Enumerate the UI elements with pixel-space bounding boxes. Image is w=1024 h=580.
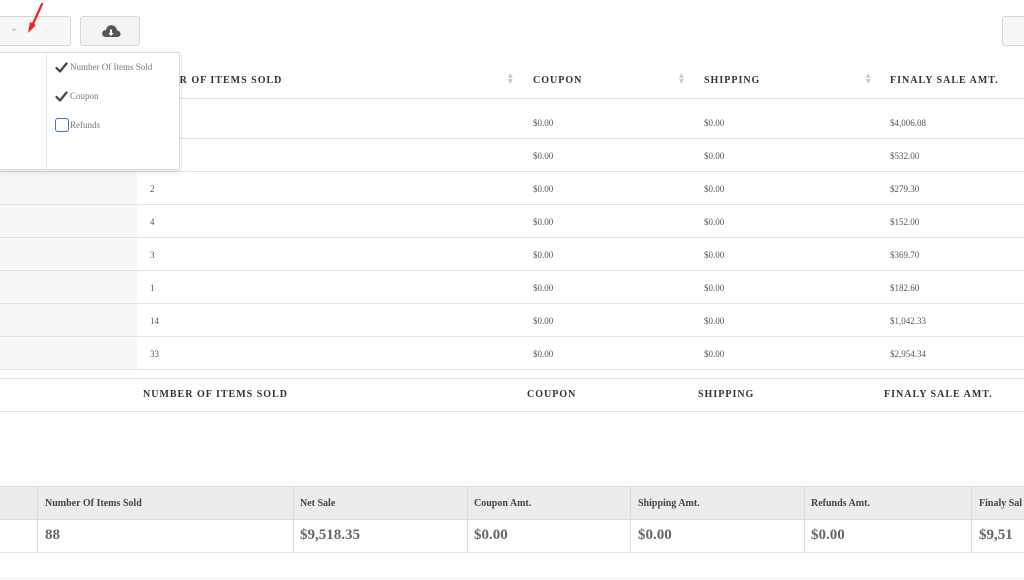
table-row: 4 $0.00 $0.00 $152.00 [0, 205, 1024, 238]
cell-items-sold: 14 [150, 316, 159, 326]
row-left-cell [0, 304, 137, 336]
summary-value-items-sold: 88 [45, 527, 60, 543]
footer-items-sold: NUMBER OF ITEMS SOLD [143, 389, 288, 400]
summary-value-net-sale: $9,518.35 [300, 527, 360, 543]
cell-coupon: $0.00 [533, 151, 554, 161]
menu-item-items-sold[interactable]: Number Of Items Sold [55, 60, 179, 76]
row-left-cell [0, 238, 137, 270]
menu-item-label: Refunds [70, 120, 100, 130]
sort-icon[interactable]: ▲ ▼ [866, 73, 873, 85]
menu-item-coupon[interactable]: Coupon [55, 89, 179, 105]
column-separator [293, 520, 294, 552]
column-separator [971, 520, 972, 552]
download-button[interactable] [80, 16, 140, 46]
table-row: 3 $0.00 $0.00 $369.70 [0, 238, 1024, 271]
cell-shipping: $0.00 [704, 316, 725, 326]
table-row: 14 $0.00 $0.00 $1,042.33 [0, 304, 1024, 337]
cell-final-sale: $152.00 [890, 217, 920, 227]
row-left-cell [0, 172, 137, 204]
header-shipping[interactable]: SHIPPING [704, 75, 760, 86]
cell-final-sale: $369.70 [890, 250, 920, 260]
table-row: 2 $0.00 $0.00 $279.30 [0, 172, 1024, 205]
menu-item-refunds[interactable]: Refunds [55, 118, 179, 134]
cell-items-sold: 33 [150, 349, 159, 359]
cell-items-sold: 2 [150, 184, 155, 194]
cell-shipping: $0.00 [704, 151, 725, 161]
column-separator [630, 487, 631, 519]
checkbox-unchecked[interactable] [55, 118, 69, 132]
cell-final-sale: $2,954.34 [890, 349, 926, 359]
checkmark-icon[interactable] [55, 61, 68, 74]
cell-final-sale: $4,006.08 [890, 118, 926, 128]
summary-header-shipping: Shipping Amt. [638, 498, 700, 509]
column-separator [293, 487, 294, 519]
summary-value-coupon: $0.00 [474, 527, 508, 543]
header-items-sold[interactable]: ER OF ITEMS SOLD [172, 75, 282, 86]
cell-coupon: $0.00 [533, 349, 554, 359]
column-separator [37, 520, 38, 552]
header-final-sale[interactable]: FINALY SALE AMT. [890, 75, 999, 86]
bottom-divider [0, 578, 1024, 579]
header-coupon[interactable]: COUPON [533, 75, 582, 86]
summary-header: Number Of Items Sold Net Sale Coupon Amt… [0, 486, 1024, 520]
cell-coupon: $0.00 [533, 184, 554, 194]
cell-final-sale: $182.60 [890, 283, 920, 293]
cell-items-sold: 1 [150, 283, 155, 293]
summary-header-final-sale: Finaly Sal [979, 498, 1023, 509]
cell-final-sale: $1,042.33 [890, 316, 926, 326]
summary-values: 88 $9,518.35 $0.00 $0.00 $0.00 $9,51 [0, 520, 1024, 553]
cell-coupon: $0.00 [533, 217, 554, 227]
cell-shipping: $0.00 [704, 184, 725, 194]
footer-shipping: SHIPPING [698, 389, 755, 400]
table-row: 33 $0.00 $0.00 $2,954.34 [0, 337, 1024, 370]
cell-items-sold: 3 [150, 250, 155, 260]
column-separator [467, 487, 468, 519]
column-separator [467, 520, 468, 552]
cell-items-sold: 4 [150, 217, 155, 227]
cell-shipping: $0.00 [704, 250, 725, 260]
cell-final-sale: $532.00 [890, 151, 920, 161]
footer-coupon: COUPON [527, 389, 577, 400]
cell-final-sale: $279.30 [890, 184, 920, 194]
sort-icon[interactable]: ▲ ▼ [679, 73, 686, 85]
chevron-down-icon: ⌄ [10, 23, 19, 34]
footer-final-sale: FINALY SALE AMT. [884, 389, 993, 400]
cell-shipping: $0.00 [704, 217, 725, 227]
summary-header-coupon: Coupon Amt. [474, 498, 532, 509]
column-separator [37, 487, 38, 519]
cell-shipping: $0.00 [704, 118, 725, 128]
checkmark-icon[interactable] [55, 90, 68, 103]
column-separator [971, 487, 972, 519]
column-separator [804, 487, 805, 519]
summary-header-net-sale: Net Sale [300, 498, 336, 509]
cell-shipping: $0.00 [704, 283, 725, 293]
menu-item-label: Coupon [70, 91, 99, 101]
menu-divider [46, 53, 47, 169]
annotation-arrow-icon [28, 2, 44, 33]
column-separator [630, 520, 631, 552]
summary-header-items-sold: Number Of Items Sold [45, 498, 142, 509]
sort-icon[interactable]: ▲ ▼ [508, 73, 515, 85]
menu-item-label: Number Of Items Sold [70, 62, 153, 72]
row-left-cell [0, 337, 137, 369]
summary-value-shipping: $0.00 [638, 527, 672, 543]
summary-header-refunds: Refunds Amt. [811, 498, 870, 509]
row-left-cell [0, 271, 137, 303]
summary-value-refunds: $0.00 [811, 527, 845, 543]
cell-shipping: $0.00 [704, 349, 725, 359]
cell-coupon: $0.00 [533, 250, 554, 260]
table-footer: NUMBER OF ITEMS SOLD COUPON SHIPPING FIN… [0, 378, 1024, 412]
cell-coupon: $0.00 [533, 316, 554, 326]
row-left-cell [0, 205, 137, 237]
table-row: 1 $0.00 $0.00 $182.60 [0, 271, 1024, 304]
cloud-download-icon [102, 25, 121, 37]
column-visibility-menu: . Number Of Items Sold Coupon Refunds [0, 52, 180, 170]
summary-value-final-sale: $9,51 [979, 527, 1013, 543]
cell-coupon: $0.00 [533, 283, 554, 293]
toolbar-right-button[interactable] [1002, 16, 1024, 46]
column-separator [804, 520, 805, 552]
cell-coupon: $0.00 [533, 118, 554, 128]
